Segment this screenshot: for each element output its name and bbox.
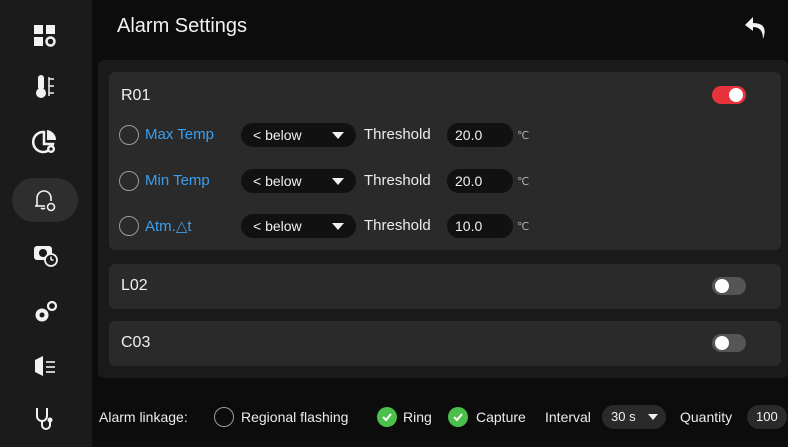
region-name: R01: [121, 87, 151, 104]
region-card-c03[interactable]: C03: [109, 321, 781, 366]
rule-label: Atm.△t: [145, 218, 192, 235]
capture-checkbox[interactable]: [448, 407, 468, 427]
rule-radio[interactable]: [119, 171, 139, 191]
chevron-down-icon: [332, 223, 344, 230]
unit-label: ℃: [517, 176, 530, 188]
check-icon: [382, 413, 392, 422]
chevron-down-icon: [332, 178, 344, 185]
region-enable-toggle[interactable]: [712, 334, 746, 352]
threshold-label: Threshold: [364, 126, 431, 143]
threshold-input[interactable]: 10.0: [447, 214, 513, 238]
quantity-value: 100: [756, 409, 778, 424]
region-name: C03: [121, 334, 151, 351]
interval-select[interactable]: 30 s: [602, 405, 666, 429]
region-enable-toggle[interactable]: [712, 277, 746, 295]
rule-radio[interactable]: [119, 216, 139, 236]
region-card-l02[interactable]: L02: [109, 264, 781, 309]
rule-radio[interactable]: [119, 125, 139, 145]
unit-label: ℃: [517, 221, 530, 233]
threshold-value: 10.0: [455, 218, 483, 234]
sidebar-item-display[interactable]: [12, 14, 78, 58]
threshold-value: 20.0: [455, 173, 483, 189]
network-icon: [35, 356, 55, 376]
thermometer-icon: [36, 75, 54, 98]
quantity-label: Quantity: [680, 409, 733, 425]
threshold-label: Threshold: [364, 217, 431, 234]
interval-value: 30 s: [611, 409, 636, 424]
threshold-label: Threshold: [364, 172, 431, 189]
sidebar-item-capture[interactable]: [12, 232, 78, 276]
gears-icon: [35, 300, 58, 322]
camera-timer-icon: [34, 246, 58, 267]
threshold-value: 20.0: [455, 127, 483, 143]
check-icon: [453, 413, 463, 422]
rule-label: Max Temp: [145, 126, 214, 143]
sidebar-item-alarm[interactable]: [12, 178, 78, 222]
page-title: Alarm Settings: [117, 15, 248, 37]
regional-flashing-label: Regional flashing: [241, 409, 349, 425]
back-arrow-icon: [745, 17, 765, 39]
regional-flashing-checkbox[interactable]: [214, 407, 234, 427]
grid-settings-icon: [34, 25, 56, 47]
chart-settings-icon: [32, 130, 57, 154]
back-button[interactable]: [738, 10, 774, 46]
condition-select[interactable]: < below: [241, 169, 356, 193]
unit-label: ℃: [517, 130, 530, 142]
threshold-input[interactable]: 20.0: [447, 169, 513, 193]
condition-value: < below: [253, 173, 302, 189]
bell-settings-icon: [35, 190, 56, 212]
condition-value: < below: [253, 218, 302, 234]
rule-row-atm-delta: Atm.△t < below Threshold 10.0 ℃: [117, 213, 557, 239]
ring-checkbox[interactable]: [377, 407, 397, 427]
sidebar-item-temperature[interactable]: [12, 64, 78, 108]
stethoscope-icon: [36, 408, 53, 430]
ring-label: Ring: [403, 409, 432, 425]
region-enable-toggle[interactable]: [712, 86, 746, 104]
condition-value: < below: [253, 127, 302, 143]
rule-row-min-temp: Min Temp < below Threshold 20.0 ℃: [117, 168, 557, 194]
rule-row-max-temp: Max Temp < below Threshold 20.0 ℃: [117, 122, 557, 148]
sidebar-item-diagnostics[interactable]: [12, 396, 78, 440]
condition-select[interactable]: < below: [241, 214, 356, 238]
chevron-down-icon: [332, 132, 344, 139]
condition-select[interactable]: < below: [241, 123, 356, 147]
threshold-input[interactable]: 20.0: [447, 123, 513, 147]
interval-label: Interval: [545, 409, 591, 425]
capture-label: Capture: [476, 409, 526, 425]
alarm-linkage-bar: Alarm linkage: Regional flashing Ring Ca…: [92, 398, 788, 440]
sidebar-item-system[interactable]: [12, 290, 78, 334]
quantity-input[interactable]: 100: [747, 405, 787, 429]
sidebar: [0, 0, 92, 447]
alarm-linkage-label: Alarm linkage:: [99, 409, 188, 425]
header: Alarm Settings: [92, 0, 788, 58]
region-name: L02: [121, 277, 148, 294]
rule-label: Min Temp: [145, 172, 210, 189]
sidebar-item-network[interactable]: [12, 344, 78, 388]
sidebar-item-analysis[interactable]: [12, 120, 78, 164]
chevron-down-icon: [648, 414, 658, 420]
